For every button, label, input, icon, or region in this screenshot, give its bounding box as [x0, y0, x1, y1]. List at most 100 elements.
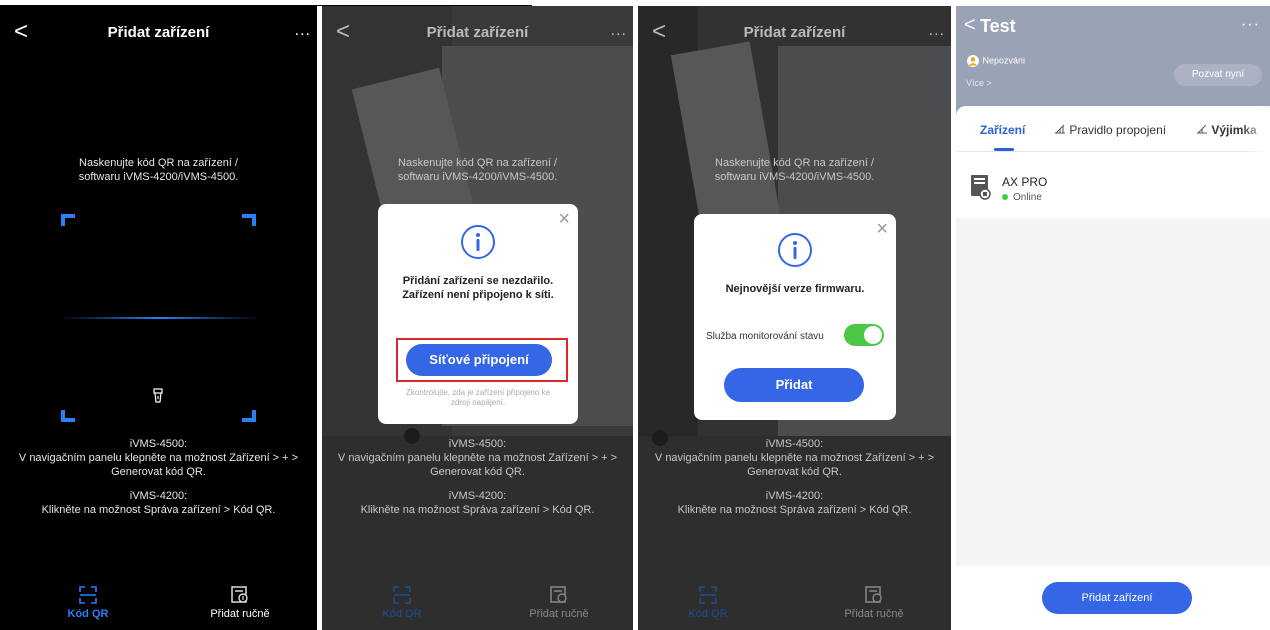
help-text: Klikněte na možnost Správa zařízení > Kó… [677, 504, 912, 516]
help-text: Generovat kód QR. [111, 466, 206, 478]
scan-frame-corner-tl [61, 214, 75, 226]
instruction-line: softwaru iVMS-4200/iVMS-4500. [397, 171, 558, 183]
page-title: Přidat zařízení [426, 24, 529, 41]
more-link[interactable]: Více > [966, 78, 992, 88]
instruction-line: softwaru iVMS-4200/iVMS-4500. [714, 171, 875, 183]
device-name: AX PRO [1002, 175, 1048, 189]
tab-fade [1240, 106, 1270, 152]
tab-manual-add[interactable]: Přidat ručně [509, 586, 609, 620]
instruction-line: softwaru iVMS-4200/iVMS-4500. [78, 171, 239, 183]
empty-area [956, 218, 1270, 578]
add-failed-screen: < Přidat zařízení ... Naskenujte kód QR … [322, 6, 633, 630]
help-ivms4200: iVMS-4200: Klikněte na možnost Správa za… [638, 489, 951, 517]
firmware-dialog: × Nejnovější verze firmwaru. Služba moni… [694, 214, 896, 420]
tab-devices[interactable]: Zařízení [980, 123, 1025, 137]
add-device-button[interactable]: Přidat zařízení [1042, 582, 1192, 614]
online-indicator [1002, 194, 1008, 201]
bottom-tab-bar: Kód QR Přidat ručně [322, 576, 633, 630]
more-menu-button[interactable]: ... [611, 22, 627, 40]
manual-add-icon [231, 586, 248, 603]
tab-qr-code[interactable]: Kód QR [38, 586, 138, 620]
close-icon[interactable]: × [876, 218, 888, 241]
help-ivms4200: iVMS-4200: Klikněte na možnost Správa za… [322, 489, 633, 517]
tab-strip: Zařízení Pravidlo propojení Výjimka [956, 106, 1270, 152]
scan-instruction: Naskenujte kód QR na zařízení / softwaru… [638, 156, 951, 184]
help-ivms4500: iVMS-4500: V navigačním panelu klepněte … [0, 437, 317, 479]
tab-qr-code[interactable]: Kód QR [352, 586, 452, 620]
hint-line: zdroji napájení. [450, 398, 506, 407]
status-text: Nepozváni [982, 55, 1026, 66]
qr-scan-icon [79, 586, 97, 604]
status-monitoring-toggle[interactable] [844, 324, 884, 346]
manual-add-icon [865, 586, 882, 603]
tab-label: Kód QR [688, 608, 728, 620]
scan-line [60, 317, 260, 319]
add-button[interactable]: Přidat [724, 368, 864, 402]
more-menu-button[interactable]: ... [295, 22, 311, 40]
page-title: Test [980, 16, 1016, 36]
flashlight-icon[interactable] [153, 388, 163, 404]
bottom-tab-bar: Kód QR Přidat ručně [638, 576, 951, 630]
instruction-line: Naskenujte kód QR na zařízení / [715, 157, 874, 169]
info-icon [461, 225, 495, 259]
invite-status: Nepozváni [966, 54, 1025, 68]
close-icon[interactable]: × [558, 208, 570, 231]
help-title: iVMS-4500: [448, 438, 507, 450]
site-header: < Test ··· Nepozváni Více > Pozvat nyní [956, 6, 1270, 116]
help-ivms4200: iVMS-4200: Klikněte na možnost Správa za… [0, 489, 317, 517]
more-menu-button[interactable]: ... [929, 22, 945, 40]
tab-label: Kód QR [67, 608, 109, 620]
help-ivms4500: iVMS-4500: V navigačním panelu klepněte … [322, 437, 633, 479]
qr-scan-screen: < Přidat zařízení ... Naskenujte kód QR … [0, 6, 317, 630]
highlight-box [396, 338, 568, 382]
header: < Přidat zařízení ... [322, 6, 633, 56]
help-text: Klikněte na možnost Správa zařízení > Kó… [41, 504, 276, 516]
instruction-line: Naskenujte kód QR na zařízení / [398, 157, 557, 169]
info-icon [778, 233, 812, 267]
tab-label: Pravidlo propojení [1069, 123, 1167, 137]
status-text: Online [1013, 192, 1042, 203]
more-menu-button[interactable]: ··· [1241, 16, 1260, 34]
dialog-message: Přidání zařízení se nezdařilo. Zařízení … [378, 274, 578, 302]
instruction-line: Naskenujte kód QR na zařízení / [79, 157, 238, 169]
dialog-hint: Zkontrolujte, zda je zařízení připojeno … [378, 388, 578, 408]
hint-line: Zkontrolujte, zda je zařízení připojeno … [405, 388, 551, 397]
header: < Přidat zařízení ... [0, 6, 317, 56]
tab-link-rules[interactable]: Pravidlo propojení [1054, 123, 1166, 137]
user-status-icon [967, 55, 979, 67]
link-rule-icon [1055, 124, 1065, 134]
scan-instruction: Naskenujte kód QR na zařízení / softwaru… [0, 156, 317, 184]
header: < Přidat zařízení ... [638, 6, 951, 56]
message-line: Přidání zařízení se nezdařilo. [402, 275, 554, 287]
tab-qr-code[interactable]: Kód QR [658, 586, 758, 620]
page-title: Přidat zařízení [107, 24, 210, 41]
qr-scan-icon [699, 586, 717, 604]
dialog-message: Nejnovější verze firmwaru. [725, 283, 865, 295]
back-button[interactable]: < [964, 14, 976, 37]
invite-now-button[interactable]: Pozvat nyní [1174, 64, 1262, 86]
scan-instruction: Naskenujte kód QR na zařízení / softwaru… [322, 156, 633, 184]
bottom-action-bar: Přidat zařízení [956, 566, 1270, 630]
status-monitoring-label: Služba monitorování stavu [706, 331, 824, 342]
manual-add-icon [550, 586, 567, 603]
tab-label: Kód QR [382, 608, 422, 620]
help-title: iVMS-4200: [765, 490, 824, 502]
help-text: Generovat kód QR. [747, 466, 842, 478]
help-text: Klikněte na možnost Správa zařízení > Kó… [360, 504, 595, 516]
help-text: Generovat kód QR. [430, 466, 525, 478]
scan-frame-corner-bl [61, 410, 75, 422]
exception-icon [1197, 124, 1207, 134]
device-list-item[interactable]: AX PRO Online [956, 162, 1270, 214]
tab-manual-add[interactable]: Přidat ručně [190, 586, 290, 620]
help-title: iVMS-4200: [448, 490, 507, 502]
scan-frame-corner-br [242, 410, 256, 422]
help-title: iVMS-4500: [129, 438, 188, 450]
tab-manual-add[interactable]: Přidat ručně [824, 586, 924, 620]
site-detail-screen: < Test ··· Nepozváni Více > Pozvat nyní … [956, 6, 1270, 630]
qr-scan-icon [393, 586, 411, 604]
firmware-dialog-screen: < Přidat zařízení ... Naskenujte kód QR … [638, 6, 951, 630]
active-tab-indicator [994, 148, 1014, 151]
error-dialog: × Přidání zařízení se nezdařilo. Zařízen… [378, 204, 578, 424]
tab-label: Přidat ručně [844, 608, 904, 620]
page-title: Přidat zařízení [743, 24, 846, 41]
